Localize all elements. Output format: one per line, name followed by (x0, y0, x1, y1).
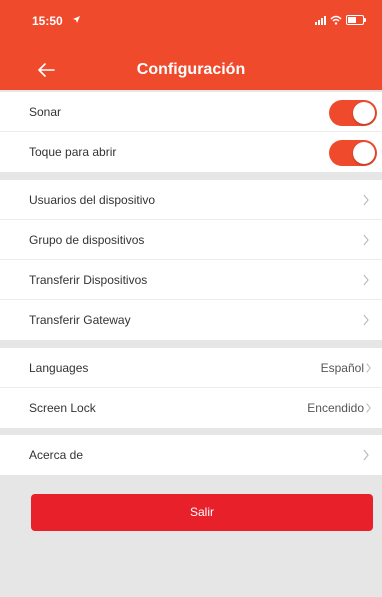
page-title: Configuración (136, 61, 246, 78)
menu-item-label: Transferir Dispositivos (29, 272, 148, 287)
menu-item-transfer-devices[interactable]: Transferir Dispositivos (0, 260, 382, 300)
chevron-right-icon (363, 194, 369, 206)
preferences-group: Languages Español Screen Lock Encendido (0, 348, 382, 428)
header: 15:50 Configuración (0, 0, 382, 90)
chevron-right-icon (363, 234, 369, 246)
chevron-right-icon (363, 449, 369, 461)
signal-icon (315, 15, 326, 25)
menu-item-about[interactable]: Acerca de (0, 435, 382, 475)
status-icons (315, 14, 366, 26)
about-group: Acerca de (0, 435, 382, 475)
setting-label: Sonar (29, 104, 62, 119)
logout-button[interactable]: Salir (31, 494, 373, 531)
menu-item-label: Screen Lock (29, 401, 96, 415)
toggle-knob (353, 102, 375, 124)
battery-icon (346, 15, 366, 25)
language-value: Español (320, 361, 364, 375)
location-arrow-icon (73, 16, 80, 23)
touch-to-open-toggle[interactable] (329, 140, 377, 166)
menu-item-label: Usuarios del dispositivo (29, 192, 156, 207)
menu-item-label: Languages (29, 360, 89, 375)
nav-bar: Configuración (0, 52, 382, 90)
screen-lock-value: Encendido (307, 401, 364, 415)
status-bar: 15:50 (0, 0, 382, 38)
menu-item-label: Acerca de (29, 448, 84, 462)
toggle-knob (353, 142, 375, 164)
menu-item-transfer-gateway[interactable]: Transferir Gateway (0, 300, 382, 340)
chevron-right-icon (366, 403, 371, 413)
menu-item-label: Grupo de dispositivos (29, 232, 145, 247)
sound-toggle[interactable] (329, 100, 377, 126)
menu-item-device-group[interactable]: Grupo de dispositivos (0, 220, 382, 260)
setting-row-touch-to-open: Toque para abrir (0, 132, 382, 172)
setting-label: Toque para abrir (29, 145, 117, 159)
setting-row-sound: Sonar (0, 92, 382, 132)
menu-item-languages[interactable]: Languages Español (0, 348, 382, 388)
menu-item-label: Transferir Gateway (29, 313, 131, 327)
chevron-right-icon (363, 274, 369, 286)
devices-group: Usuarios del dispositivo Grupo de dispos… (0, 180, 382, 340)
chevron-right-icon (366, 363, 371, 373)
wifi-icon (330, 15, 342, 25)
status-time: 15:50 (32, 14, 63, 28)
menu-item-device-users[interactable]: Usuarios del dispositivo (0, 180, 382, 220)
menu-item-screen-lock[interactable]: Screen Lock Encendido (0, 388, 382, 428)
toggle-group: Sonar Toque para abrir (0, 92, 382, 172)
chevron-right-icon (363, 314, 369, 326)
